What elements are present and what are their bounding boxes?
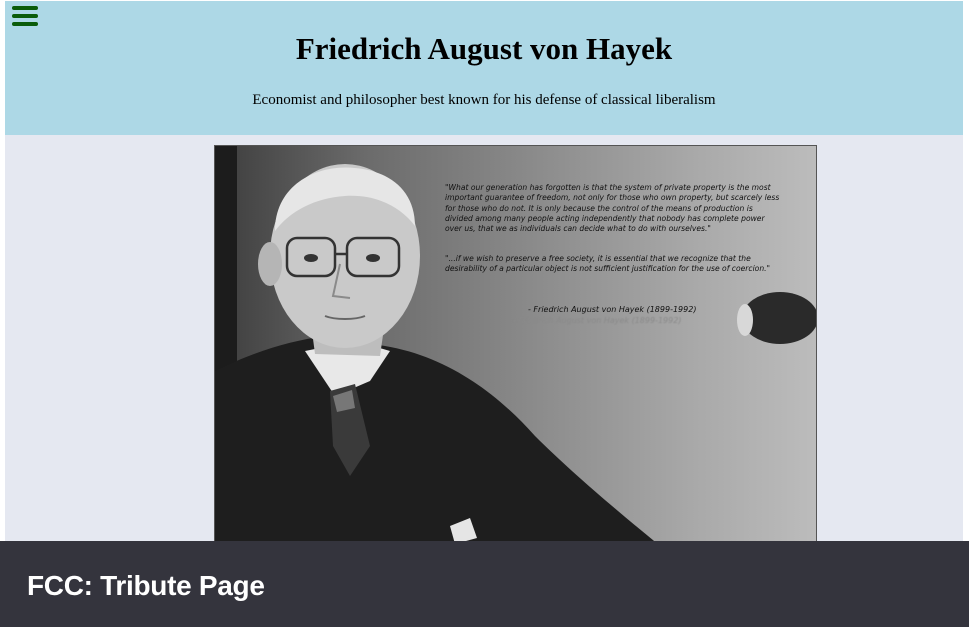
- image-quote-2: "...if we wish to preserve a free societ…: [445, 254, 771, 274]
- menu-bar: [12, 22, 38, 26]
- page-subtitle: Economist and philosopher best known for…: [252, 92, 716, 108]
- image-attribution: - Friedrich August von Hayek (1899-1992): [528, 305, 697, 314]
- footer-title: FCC: Tribute Page: [27, 570, 265, 601]
- image-attribution-reflection: - Friedrich August von Hayek (1899-1992): [513, 316, 682, 325]
- footer-banner: FCC: Tribute Page: [0, 541, 969, 627]
- page-header: Friedrich August von Hayek Economist and…: [5, 1, 963, 135]
- page-title: Friedrich August von Hayek: [295, 31, 673, 66]
- tribute-image: "What our generation has forgotten is th…: [214, 145, 817, 567]
- menu-bar: [12, 14, 38, 18]
- image-quote-1: "What our generation has forgotten is th…: [445, 183, 780, 234]
- menu-bar: [12, 6, 38, 10]
- page-frame: Friedrich August von Hayek Economist and…: [5, 1, 963, 627]
- hamburger-menu-icon[interactable]: [12, 4, 38, 28]
